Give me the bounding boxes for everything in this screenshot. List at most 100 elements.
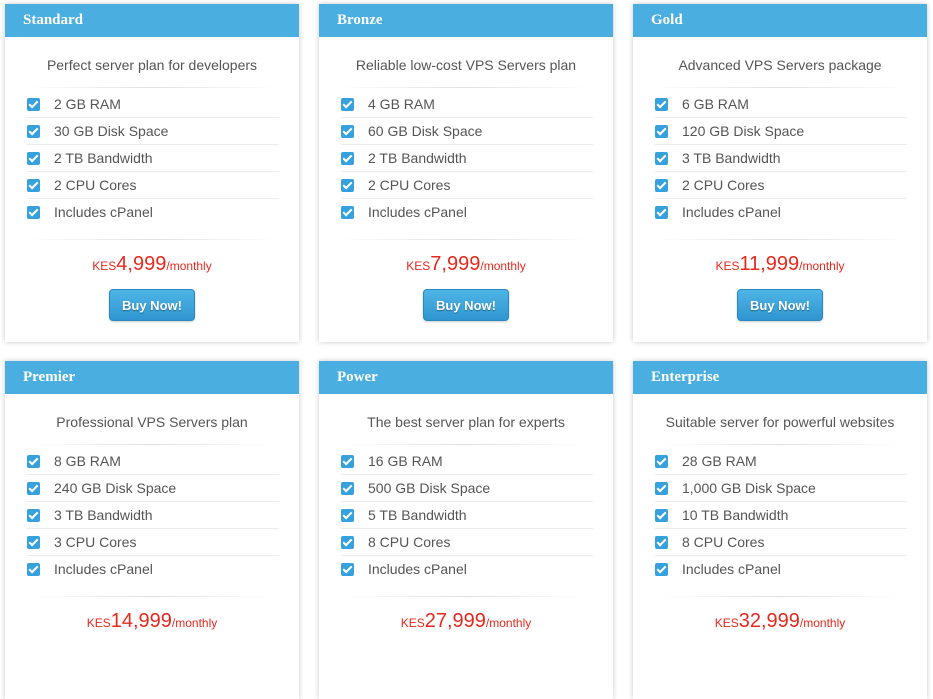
feature-label: 16 GB RAM — [368, 453, 443, 469]
price-amount: 4,999 — [116, 253, 167, 275]
feature-label: 8 GB RAM — [54, 453, 121, 469]
checkbox-icon — [341, 205, 354, 219]
checkbox-icon — [655, 508, 668, 522]
plan-price: KES32,999/monthly — [633, 608, 927, 634]
checkbox-icon — [655, 205, 668, 219]
feature-item: 2 GB RAM — [27, 91, 279, 118]
plan-title: Power — [319, 361, 613, 394]
price-amount: 7,999 — [430, 253, 481, 275]
feature-item: 2 TB Bandwidth — [341, 145, 593, 172]
feature-item: 4 GB RAM — [341, 91, 593, 118]
divider — [653, 239, 907, 240]
plan-description: Reliable low-cost VPS Servers plan — [355, 57, 577, 73]
price-amount: 14,999 — [110, 610, 172, 632]
feature-label: 500 GB Disk Space — [368, 480, 491, 496]
checkbox-icon — [27, 97, 40, 111]
feature-label: Includes cPanel — [368, 204, 467, 220]
feature-label: Includes cPanel — [54, 561, 153, 577]
plan-card-enterprise: Enterprise Suitable server for powerful … — [633, 361, 927, 699]
feature-item: 6 GB RAM — [655, 91, 907, 118]
price-amount: 11,999 — [739, 253, 800, 275]
feature-item: 240 GB Disk Space — [27, 475, 279, 502]
feature-item: 8 CPU Cores — [655, 529, 907, 556]
feature-item: 8 GB RAM — [27, 448, 279, 475]
feature-item: 3 TB Bandwidth — [655, 145, 907, 172]
divider — [25, 87, 279, 88]
feature-label: 8 CPU Cores — [368, 534, 451, 550]
feature-label: 2 TB Bandwidth — [368, 150, 467, 166]
feature-item: Includes cPanel — [27, 556, 279, 582]
price-currency: KES — [400, 616, 425, 630]
checkbox-icon — [655, 481, 668, 495]
feature-label: 3 TB Bandwidth — [54, 507, 153, 523]
buy-now-button[interactable]: Buy Now! — [109, 289, 195, 321]
feature-label: 3 CPU Cores — [54, 534, 137, 550]
checkbox-icon — [341, 124, 354, 138]
price-period: /monthly — [480, 259, 526, 273]
feature-item: Includes cPanel — [655, 199, 907, 225]
price-currency: KES — [92, 259, 117, 273]
divider — [339, 596, 593, 597]
plan-title: Enterprise — [633, 361, 927, 394]
feature-item: 2 CPU Cores — [655, 172, 907, 199]
feature-list: 28 GB RAM 1,000 GB Disk Space 10 TB Band… — [633, 448, 927, 582]
buy-now-button[interactable]: Buy Now! — [423, 289, 509, 321]
divider — [25, 239, 279, 240]
feature-item: 60 GB Disk Space — [341, 118, 593, 145]
feature-item: 2 CPU Cores — [27, 172, 279, 199]
feature-item: Includes cPanel — [27, 199, 279, 225]
checkbox-icon — [655, 178, 668, 192]
price-currency: KES — [86, 616, 111, 630]
plan-description: Professional VPS Servers plan — [56, 414, 248, 430]
feature-label: 8 CPU Cores — [682, 534, 765, 550]
feature-label: 6 GB RAM — [682, 96, 749, 112]
plan-price: KES4,999/monthly — [5, 251, 299, 277]
plan-title: Premier — [5, 361, 299, 394]
checkbox-icon — [341, 508, 354, 522]
feature-item: 3 TB Bandwidth — [27, 502, 279, 529]
feature-item: 2 CPU Cores — [341, 172, 593, 199]
feature-label: Includes cPanel — [682, 561, 781, 577]
checkbox-icon — [27, 454, 40, 468]
checkbox-icon — [655, 124, 668, 138]
feature-label: 120 GB Disk Space — [682, 123, 805, 139]
feature-item: Includes cPanel — [341, 556, 593, 582]
divider — [653, 87, 907, 88]
feature-label: Includes cPanel — [368, 561, 467, 577]
checkbox-icon — [655, 97, 668, 111]
feature-label: 2 CPU Cores — [368, 177, 451, 193]
price-period: /monthly — [171, 616, 218, 630]
feature-label: Includes cPanel — [682, 204, 781, 220]
price-currency: KES — [714, 616, 739, 630]
feature-list: 6 GB RAM 120 GB Disk Space 3 TB Bandwidt… — [633, 91, 927, 225]
feature-item: 10 TB Bandwidth — [655, 502, 907, 529]
price-amount: 32,999 — [738, 610, 800, 632]
checkbox-icon — [27, 508, 40, 522]
divider — [339, 444, 593, 445]
price-currency: KES — [715, 259, 740, 273]
divider — [25, 596, 279, 597]
plan-description: Perfect server plan for developers — [46, 57, 258, 73]
checkbox-icon — [341, 151, 354, 165]
plan-price: KES11,999/monthly — [633, 251, 927, 277]
plan-card-standard: Standard Perfect server plan for develop… — [5, 4, 299, 342]
price-period: /monthly — [485, 616, 532, 630]
feature-item: 8 CPU Cores — [341, 529, 593, 556]
checkbox-icon — [655, 151, 668, 165]
plan-title: Standard — [5, 4, 299, 37]
feature-item: Includes cPanel — [655, 556, 907, 582]
feature-label: Includes cPanel — [54, 204, 153, 220]
checkbox-icon — [341, 481, 354, 495]
feature-label: 60 GB Disk Space — [368, 123, 483, 139]
checkbox-icon — [27, 562, 40, 576]
price-amount: 27,999 — [424, 610, 486, 632]
feature-item: Includes cPanel — [341, 199, 593, 225]
price-period: /monthly — [799, 259, 845, 273]
checkbox-icon — [655, 535, 668, 549]
checkbox-icon — [27, 151, 40, 165]
buy-now-button[interactable]: Buy Now! — [737, 289, 823, 321]
plan-card-power: Power The best server plan for experts 1… — [319, 361, 613, 699]
feature-label: 2 CPU Cores — [682, 177, 765, 193]
feature-item: 30 GB Disk Space — [27, 118, 279, 145]
plan-title: Bronze — [319, 4, 613, 37]
